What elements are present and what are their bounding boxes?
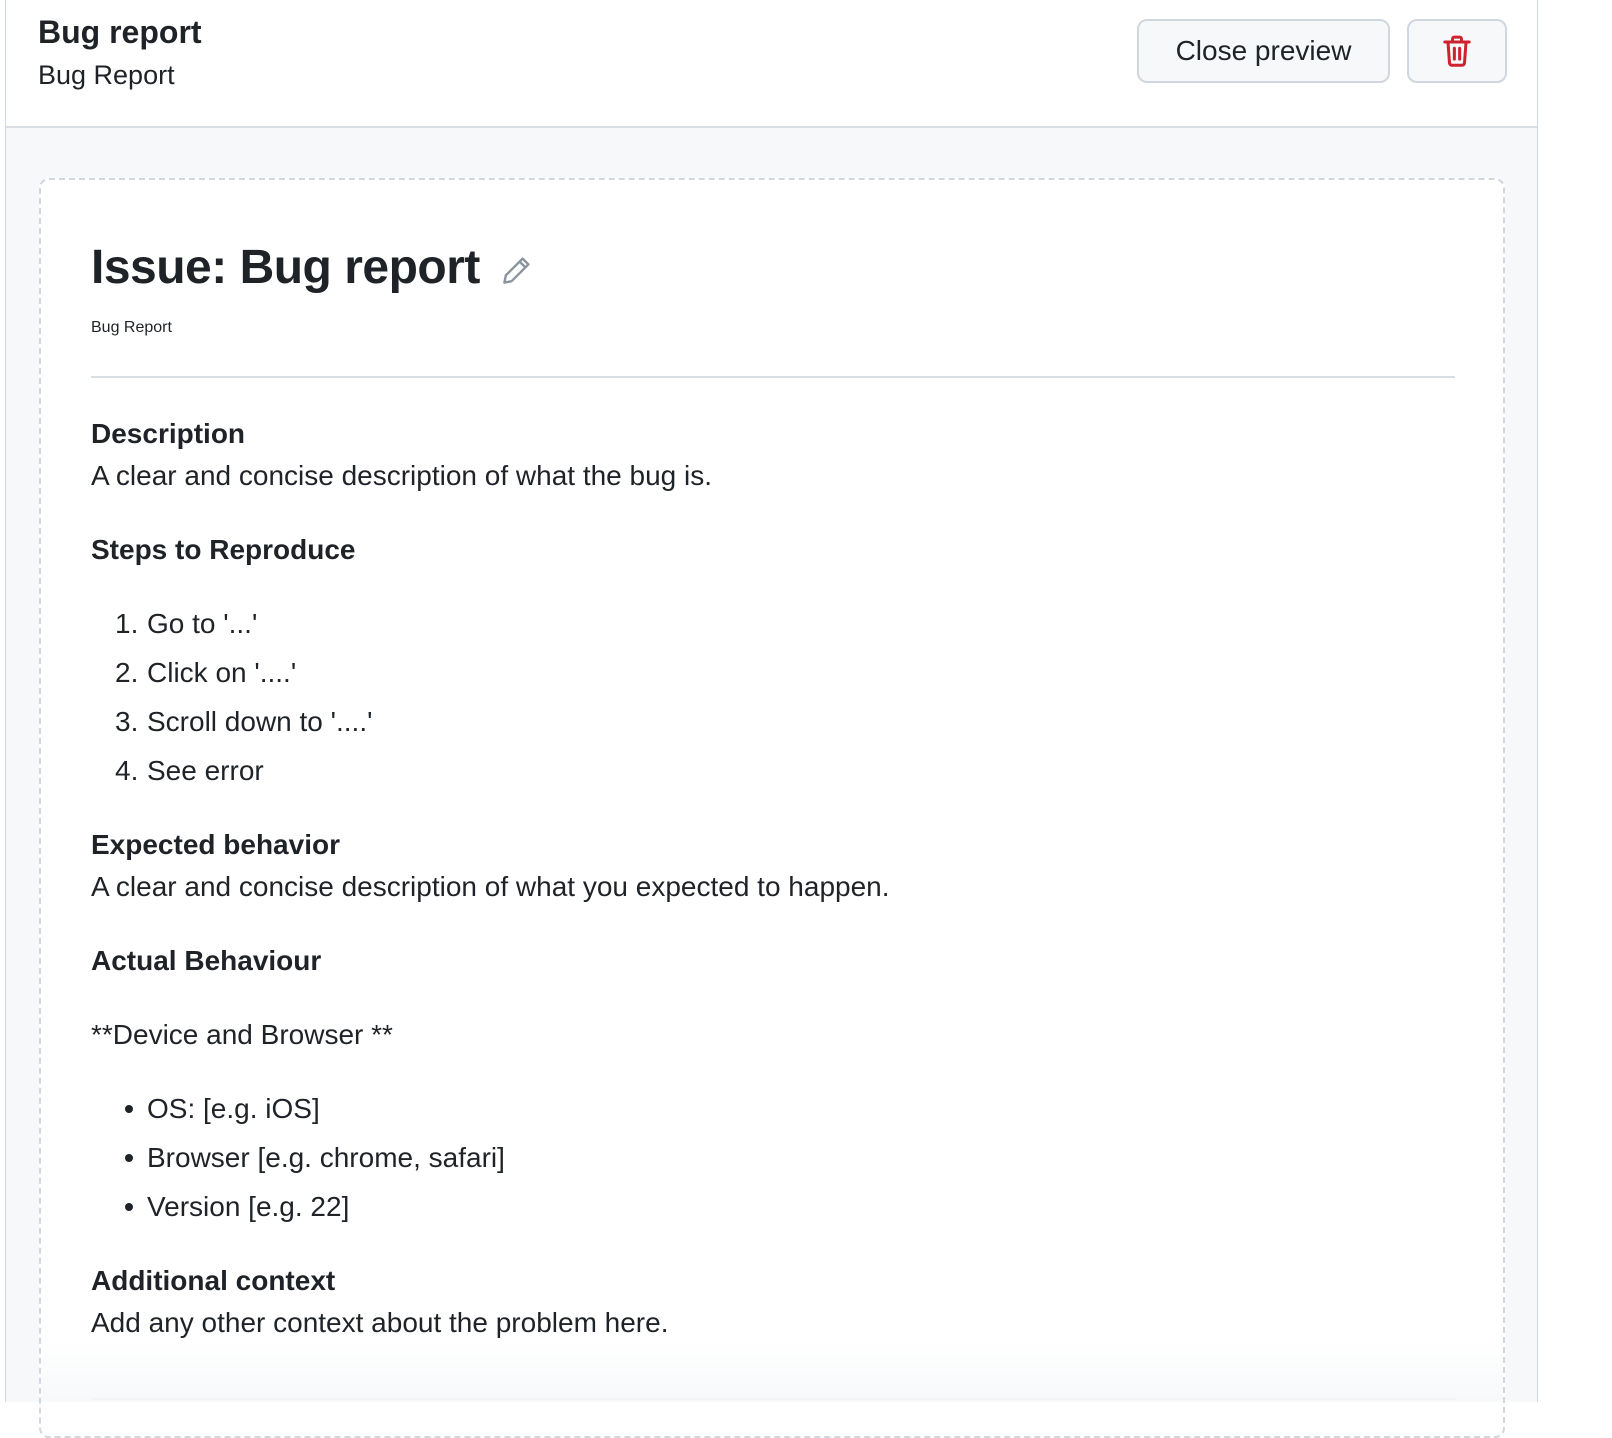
scroll-fade	[41, 1340, 1503, 1402]
context-heading: Additional context	[91, 1265, 336, 1296]
description-heading: Description	[91, 418, 246, 449]
steps-heading: Steps to Reproduce	[91, 534, 356, 565]
list-item: Browser [e.g. chrome, safari]	[91, 1140, 505, 1176]
list-item: 1. Go to '...'	[115, 608, 258, 639]
actual-heading: Actual Behaviour	[91, 945, 322, 976]
device-text: **Device and Browser **	[91, 1019, 393, 1050]
expected-text: A clear and concise description of what …	[91, 871, 890, 902]
preview-header: Bug report Bug Report Close preview	[6, 0, 1537, 128]
list-item: 2. Click on '....'	[115, 657, 297, 688]
list-item: OS: [e.g. iOS]	[91, 1091, 320, 1127]
expected-heading: Expected behavior	[91, 829, 340, 860]
description-text: A clear and concise description of what …	[91, 460, 713, 491]
template-name: Bug report	[38, 14, 202, 50]
template-about: Bug Report	[38, 60, 175, 90]
issue-title-row: Issue: Bug report	[91, 238, 532, 298]
issue-about: Bug Report	[91, 319, 172, 336]
template-preview-panel: Bug report Bug Report Close preview Issu…	[5, 0, 1538, 1438]
close-preview-button[interactable]: Close preview	[1137, 19, 1390, 83]
trash-icon	[1443, 35, 1471, 67]
list-item: Version [e.g. 22]	[91, 1189, 349, 1225]
delete-template-button[interactable]	[1407, 19, 1507, 83]
issue-preview-card: Issue: Bug report Bug Report Description…	[39, 178, 1505, 1438]
divider	[91, 376, 1455, 378]
list-item: 3. Scroll down to '....'	[115, 706, 373, 737]
pencil-icon[interactable]	[500, 255, 532, 287]
context-text: Add any other context about the problem …	[91, 1307, 669, 1338]
issue-title: Issue: Bug report	[91, 241, 480, 294]
list-item: 4. See error	[115, 755, 264, 786]
